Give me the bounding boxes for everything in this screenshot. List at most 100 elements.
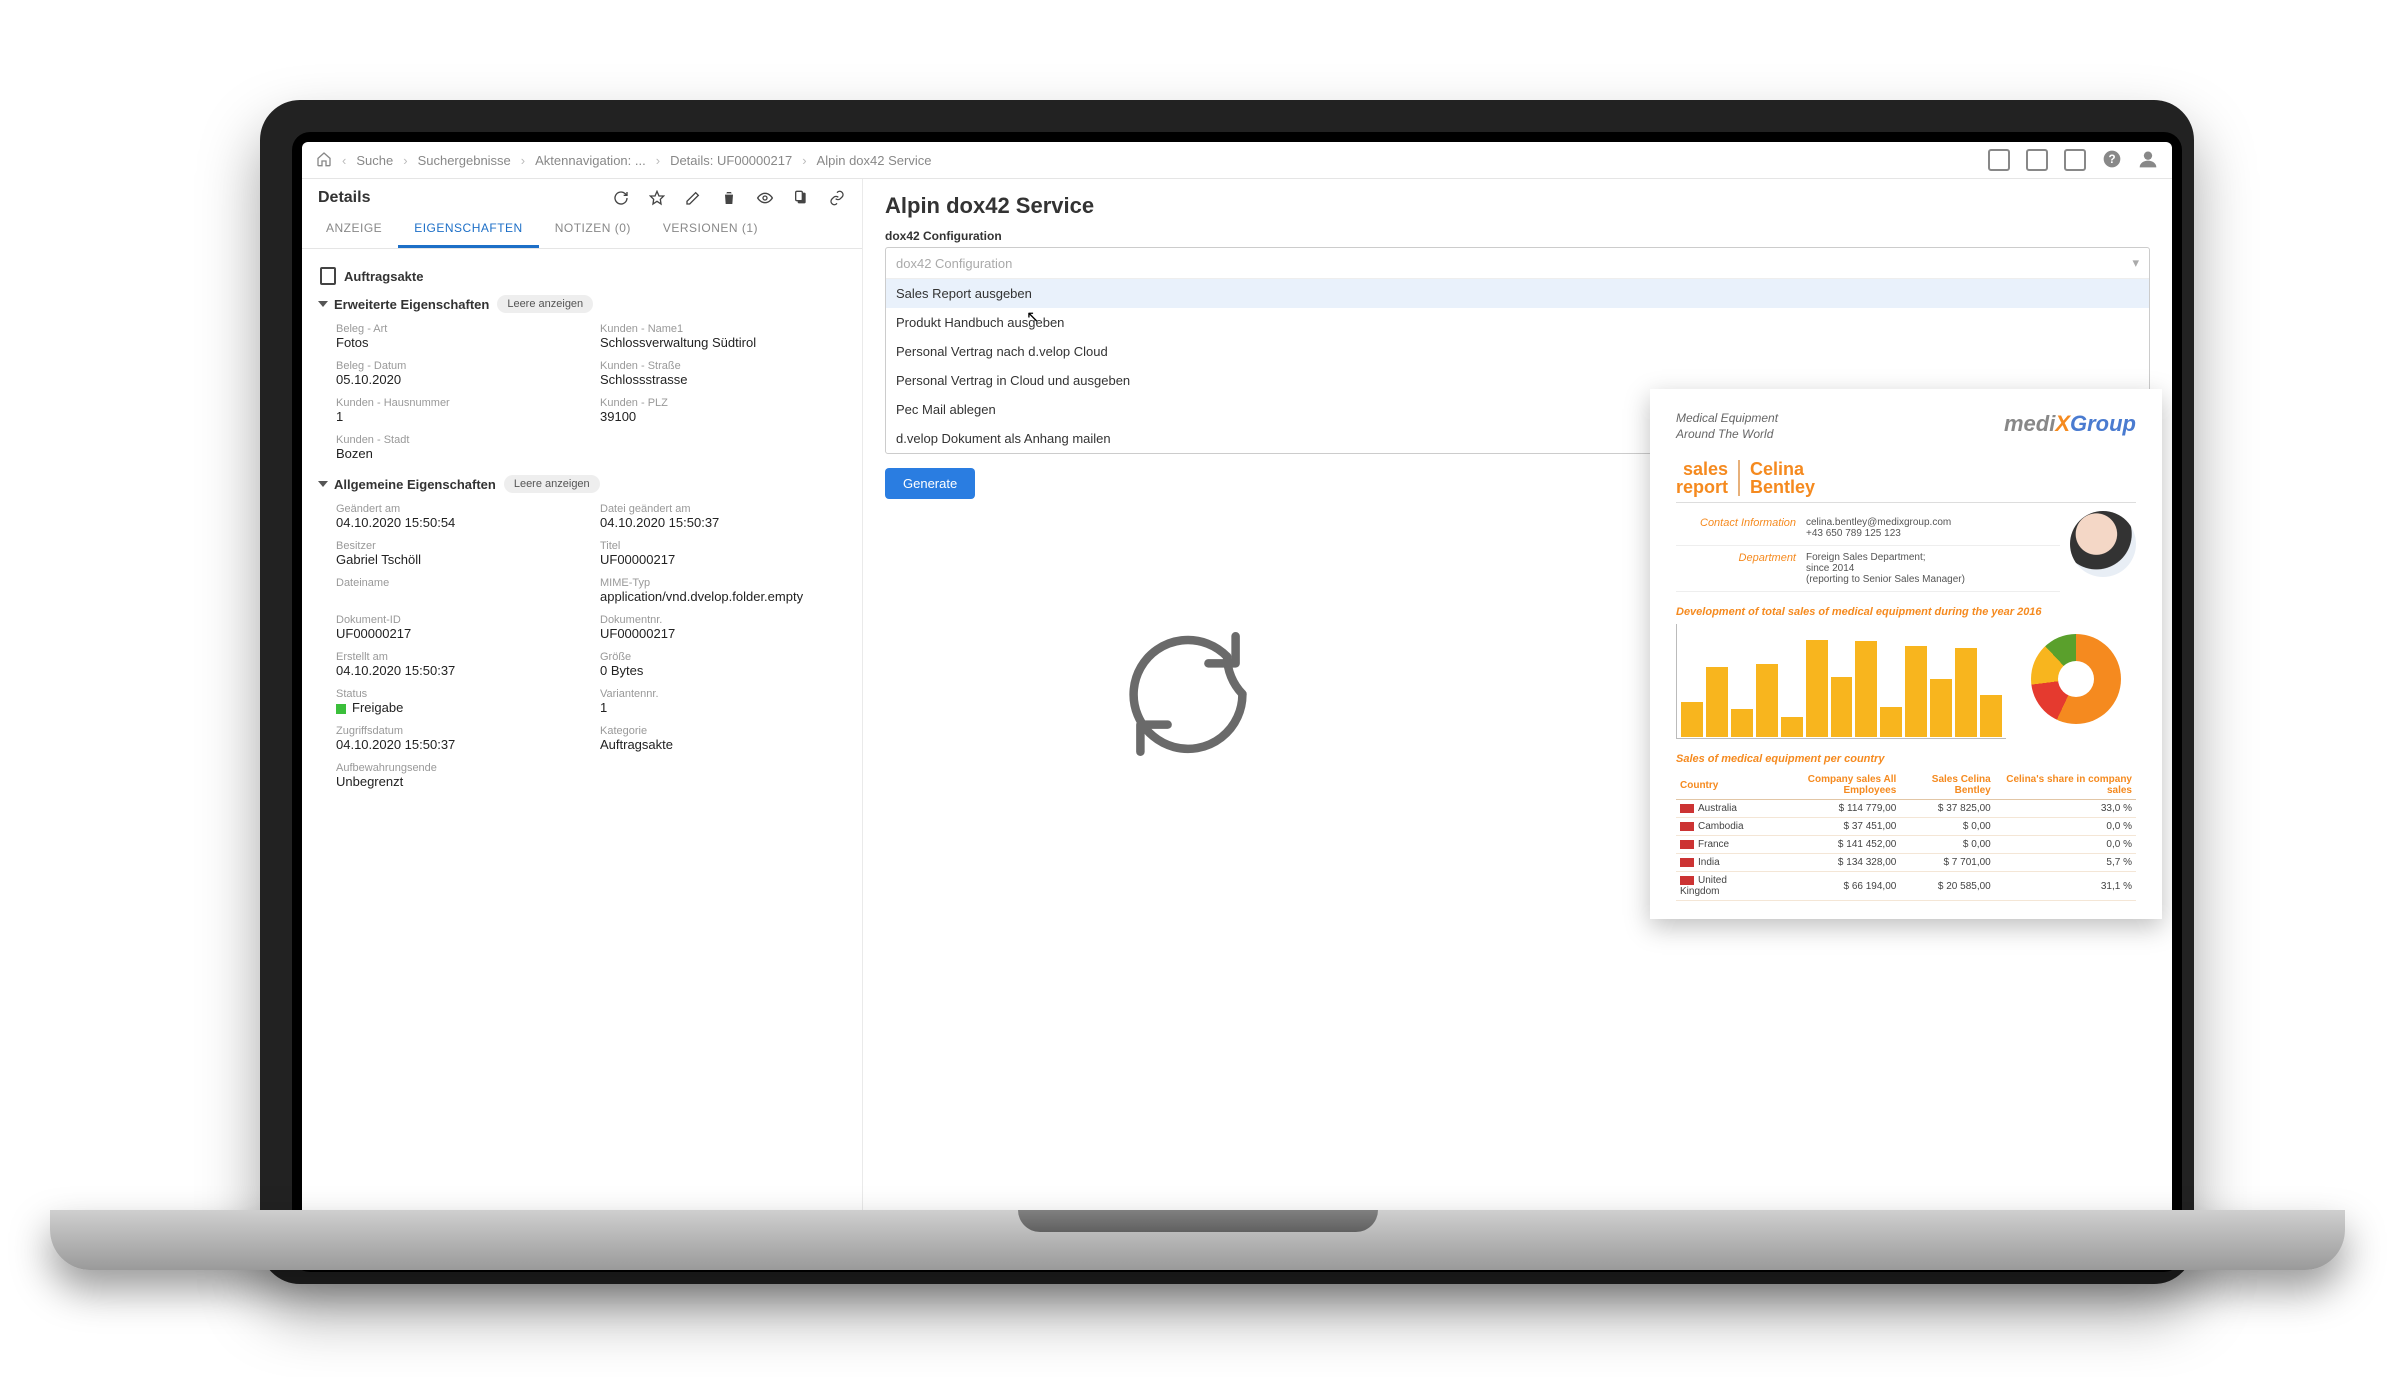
- property-field: AufbewahrungsendeUnbegrenzt: [336, 762, 580, 789]
- chart-title: Development of total sales of medical eq…: [1676, 606, 2136, 618]
- property-field: Dokumentnr.UF00000217: [600, 614, 844, 641]
- property-field: BesitzerGabriel Tschöll: [336, 540, 580, 567]
- table-cell: 31,1 %: [1995, 872, 2136, 901]
- home-icon[interactable]: [316, 151, 332, 170]
- bar-chart: [1676, 624, 2006, 739]
- view-icon[interactable]: [756, 189, 774, 207]
- table-header: Sales Celina Bentley: [1900, 771, 1994, 800]
- external-window-icon[interactable]: [2064, 149, 2086, 171]
- bar: [1731, 709, 1753, 737]
- bar: [1806, 640, 1828, 737]
- layout-icon[interactable]: [1988, 149, 2010, 171]
- property-field: Kunden - StadtBozen: [336, 434, 580, 461]
- select-option[interactable]: Sales Report ausgeben: [886, 279, 2149, 308]
- bar: [1855, 641, 1877, 737]
- clipboard-icon[interactable]: [792, 189, 810, 207]
- delete-icon[interactable]: [720, 189, 738, 207]
- table-cell: United Kingdom: [1676, 872, 1765, 901]
- property-field: Datei geändert am04.10.2020 15:50:37: [600, 503, 844, 530]
- crumb[interactable]: Details: UF00000217: [670, 153, 792, 168]
- table-cell: $ 0,00: [1900, 836, 1994, 854]
- table-cell: 0,0 %: [1995, 836, 2136, 854]
- tab-anzeige[interactable]: ANZEIGE: [310, 211, 398, 248]
- section-extended-title: Erweiterte Eigenschaften: [334, 297, 489, 312]
- table-cell: $ 66 194,00: [1765, 872, 1900, 901]
- brand-tagline: Around The World: [1676, 427, 1778, 443]
- tab-eigenschaften[interactable]: EIGENSCHAFTEN: [398, 211, 539, 248]
- pie-chart: [2016, 624, 2136, 734]
- tab-notizen[interactable]: NOTIZEN (0): [539, 211, 647, 248]
- refresh-icon[interactable]: [612, 189, 630, 207]
- contact-label: Contact Information: [1676, 517, 1806, 539]
- crumb: Alpin dox42 Service: [817, 153, 932, 168]
- breadcrumb-bar: ‹ Suche› Suchergebnisse› Aktennavigation…: [302, 142, 2172, 179]
- tab-versionen[interactable]: VERSIONEN (1): [647, 211, 774, 248]
- edit-icon[interactable]: [684, 189, 702, 207]
- property-field: Zugriffsdatum04.10.2020 15:50:37: [336, 725, 580, 752]
- bar: [1756, 664, 1778, 737]
- show-empty-toggle[interactable]: Leere anzeigen: [504, 475, 600, 493]
- link-icon[interactable]: [828, 189, 846, 207]
- brand-logo: mediXGroup: [2004, 411, 2136, 437]
- window-icon[interactable]: [2026, 149, 2048, 171]
- star-icon[interactable]: [648, 189, 666, 207]
- show-empty-toggle[interactable]: Leere anzeigen: [497, 295, 593, 313]
- table-cell: $ 7 701,00: [1900, 854, 1994, 872]
- table-row: India$ 134 328,00$ 7 701,005,7 %: [1676, 854, 2136, 872]
- bar: [1905, 646, 1927, 737]
- document-icon: [320, 267, 336, 285]
- page-title: Alpin dox42 Service: [885, 193, 2150, 219]
- laptop-notch: [1018, 1210, 1378, 1232]
- table-title: Sales of medical equipment per country: [1676, 753, 2136, 765]
- bar: [1880, 707, 1902, 737]
- crumb[interactable]: Suche: [356, 153, 393, 168]
- section-extended[interactable]: Erweiterte Eigenschaften Leere anzeigen: [320, 295, 844, 313]
- property-field: Größe0 Bytes: [600, 651, 844, 678]
- property-field: TitelUF00000217: [600, 540, 844, 567]
- bar: [1930, 679, 1952, 738]
- report-person-lastname: Bentley: [1750, 478, 1815, 496]
- table-row: United Kingdom$ 66 194,00$ 20 585,0031,1…: [1676, 872, 2136, 901]
- user-avatar-icon[interactable]: [2138, 149, 2158, 172]
- section-general[interactable]: Allgemeine Eigenschaften Leere anzeigen: [320, 475, 844, 493]
- table-cell: 0,0 %: [1995, 818, 2136, 836]
- table-cell: India: [1676, 854, 1765, 872]
- breadcrumb-back-icon[interactable]: ‹: [342, 153, 346, 168]
- sync-icon: [1103, 609, 1273, 779]
- property-field: Beleg - Datum05.10.2020: [336, 360, 580, 387]
- property-field: Dateiname: [336, 577, 580, 604]
- table-cell: Australia: [1676, 800, 1765, 818]
- table-cell: France: [1676, 836, 1765, 854]
- table-row: Cambodia$ 37 451,00$ 0,000,0 %: [1676, 818, 2136, 836]
- select-option[interactable]: Produkt Handbuch ausgeben: [886, 308, 2149, 337]
- property-field: MIME-Typapplication/vnd.dvelop.folder.em…: [600, 577, 844, 604]
- crumb[interactable]: Aktennavigation: ...: [535, 153, 646, 168]
- table-cell: 5,7 %: [1995, 854, 2136, 872]
- report-preview: Medical Equipment Around The World mediX…: [1650, 389, 2162, 919]
- table-cell: $ 20 585,00: [1900, 872, 1994, 901]
- table-header: Celina's share in company sales: [1995, 771, 2136, 800]
- select-option[interactable]: Personal Vertrag nach d.velop Cloud: [886, 337, 2149, 366]
- report-label-report: report: [1676, 478, 1728, 496]
- chevron-down-icon: [318, 301, 328, 307]
- bar: [1781, 717, 1803, 737]
- file-type-row: Auftragsakte: [320, 267, 844, 285]
- table-cell: Cambodia: [1676, 818, 1765, 836]
- chevron-down-icon: [318, 481, 328, 487]
- department-label: Department: [1676, 552, 1806, 585]
- tabs: ANZEIGE EIGENSCHAFTEN NOTIZEN (0) VERSIO…: [302, 211, 862, 249]
- table-cell: $ 134 328,00: [1765, 854, 1900, 872]
- bar: [1955, 648, 1977, 737]
- table-row: Australia$ 114 779,00$ 37 825,0033,0 %: [1676, 800, 2136, 818]
- crumb[interactable]: Suchergebnisse: [418, 153, 511, 168]
- property-field: Kunden - StraßeSchlossstrasse: [600, 360, 844, 387]
- table-row: France$ 141 452,00$ 0,000,0 %: [1676, 836, 2136, 854]
- brand-tagline: Medical Equipment: [1676, 411, 1778, 427]
- service-panel: Alpin dox42 Service dox42 Configuration …: [863, 179, 2172, 1262]
- bar: [1980, 695, 2002, 737]
- help-icon[interactable]: ?: [2102, 149, 2122, 172]
- property-field: Kunden - Hausnummer1: [336, 397, 580, 424]
- details-panel: Details ANZ: [302, 179, 863, 1262]
- bar: [1831, 677, 1853, 738]
- generate-button[interactable]: Generate: [885, 468, 975, 499]
